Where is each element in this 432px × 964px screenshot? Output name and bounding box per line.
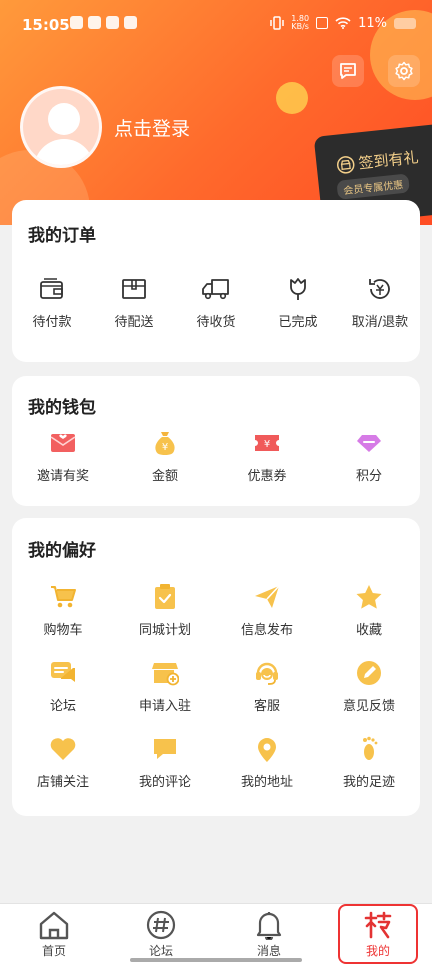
pref-my-address[interactable]: 我的地址 bbox=[227, 734, 307, 790]
headset-icon bbox=[256, 662, 278, 685]
branch-logo-icon bbox=[364, 911, 392, 939]
message-button[interactable] bbox=[332, 55, 364, 87]
vibrate-icon bbox=[270, 16, 285, 30]
order-refund[interactable]: 取消/退款 bbox=[340, 274, 420, 330]
message-icon bbox=[340, 63, 356, 79]
order-pending-receipt[interactable]: 待收货 bbox=[176, 274, 256, 330]
home-indicator bbox=[130, 958, 302, 962]
wallet-invite-reward[interactable]: 邀请有奖 bbox=[23, 428, 103, 484]
order-completed[interactable]: 已完成 bbox=[258, 274, 338, 330]
gem-icon bbox=[357, 435, 381, 452]
orders-card: 我的订单 待付款 待配送 待收货 已完成 取消/退款 bbox=[12, 200, 420, 362]
home-icon bbox=[39, 911, 69, 940]
status-bar: 15:05 1.80 KB/s 11% bbox=[0, 0, 432, 48]
footprint-icon bbox=[363, 736, 378, 760]
clipboard-icon bbox=[155, 584, 175, 609]
wallet-title: 我的钱包 bbox=[28, 398, 96, 418]
avatar-body bbox=[34, 139, 94, 165]
battery-icon bbox=[394, 17, 416, 29]
order-pending-delivery[interactable]: 待配送 bbox=[94, 274, 174, 330]
settings-button[interactable] bbox=[388, 55, 420, 87]
tab-forum[interactable]: 论坛 bbox=[121, 910, 201, 959]
wallet-points[interactable]: 积分 bbox=[329, 428, 409, 484]
pref-my-comments[interactable]: 我的评论 bbox=[125, 734, 205, 790]
status-right: 1.80 KB/s 11% bbox=[270, 15, 416, 31]
gear-icon bbox=[395, 61, 413, 81]
preferences-title: 我的偏好 bbox=[28, 541, 96, 561]
status-time: 15:05 bbox=[22, 16, 70, 34]
comment-icon bbox=[154, 739, 176, 759]
pref-apply-settle[interactable]: 申请入驻 bbox=[125, 658, 205, 714]
pref-followed-stores[interactable]: 店铺关注 bbox=[23, 734, 103, 790]
login-link[interactable]: 点击登录 bbox=[114, 114, 190, 141]
pref-publish-info[interactable]: 信息发布 bbox=[227, 582, 307, 638]
wallet-card: 我的钱包 邀请有奖 ¥ 金额 ¥ 优惠券 积分 bbox=[12, 376, 420, 506]
bell-icon bbox=[256, 912, 282, 940]
signin-badge: 会员专属优惠 bbox=[336, 173, 410, 200]
pref-favorites[interactable]: 收藏 bbox=[329, 582, 409, 638]
wallet-coupons[interactable]: ¥ 优惠券 bbox=[227, 428, 307, 484]
cart-icon bbox=[51, 586, 76, 608]
pref-feedback[interactable]: 意见反馈 bbox=[329, 658, 409, 714]
gift-envelope-icon bbox=[50, 434, 76, 452]
refund-icon bbox=[369, 279, 390, 299]
mail-icon bbox=[124, 16, 137, 29]
money-bag-icon: ¥ bbox=[155, 432, 175, 455]
truck-icon bbox=[202, 279, 229, 300]
wifi-icon bbox=[335, 17, 351, 29]
tab-mine[interactable]: 我的 bbox=[338, 904, 418, 964]
avatar[interactable] bbox=[20, 86, 102, 168]
wallet-balance[interactable]: ¥ 金额 bbox=[125, 428, 205, 484]
shop-icon bbox=[336, 155, 355, 174]
preferences-card: 我的偏好 购物车 同城计划 信息发布 收藏 论坛 申请入驻 客服 意见反馈 店铺… bbox=[12, 518, 420, 816]
svg-text:¥: ¥ bbox=[264, 439, 270, 450]
pref-my-footprints[interactable]: 我的足迹 bbox=[329, 734, 409, 790]
profile-header: 15:05 1.80 KB/s 11% 点击登录 签到有礼 会员专属优惠 bbox=[0, 0, 432, 225]
orders-title: 我的订单 bbox=[28, 226, 96, 246]
tab-messages[interactable]: 消息 bbox=[229, 910, 309, 959]
pref-local-plan[interactable]: 同城计划 bbox=[125, 582, 205, 638]
pencil-icon bbox=[357, 661, 381, 685]
app-icon bbox=[106, 16, 119, 29]
tulip-icon bbox=[290, 278, 306, 300]
package-icon bbox=[122, 279, 146, 299]
sim-icon bbox=[316, 17, 329, 29]
weibo-icon bbox=[70, 16, 83, 29]
signin-title: 签到有礼 bbox=[336, 146, 420, 175]
send-icon bbox=[255, 585, 280, 608]
pref-forum[interactable]: 论坛 bbox=[23, 658, 103, 714]
notification-icons bbox=[70, 16, 137, 29]
wallet-icon bbox=[40, 278, 63, 299]
svg-text:¥: ¥ bbox=[162, 442, 168, 453]
bottom-tabbar: 首页 论坛 消息 我的 bbox=[0, 903, 432, 964]
decor-bubble bbox=[276, 82, 308, 114]
store-icon bbox=[152, 663, 179, 686]
coupon-icon: ¥ bbox=[255, 435, 279, 451]
tiktok-icon bbox=[88, 16, 101, 29]
star-icon bbox=[356, 585, 382, 609]
battery-percent: 11% bbox=[358, 15, 387, 31]
pref-customer-service[interactable]: 客服 bbox=[227, 658, 307, 714]
tab-home[interactable]: 首页 bbox=[14, 910, 94, 959]
order-pending-payment[interactable]: 待付款 bbox=[12, 274, 92, 330]
heart-icon bbox=[50, 738, 76, 760]
chat-icon bbox=[51, 662, 75, 682]
network-speed: 1.80 KB/s bbox=[291, 14, 310, 31]
avatar-head bbox=[48, 103, 80, 135]
pref-cart[interactable]: 购物车 bbox=[23, 582, 103, 638]
hash-icon bbox=[146, 910, 176, 940]
location-icon bbox=[258, 738, 276, 762]
